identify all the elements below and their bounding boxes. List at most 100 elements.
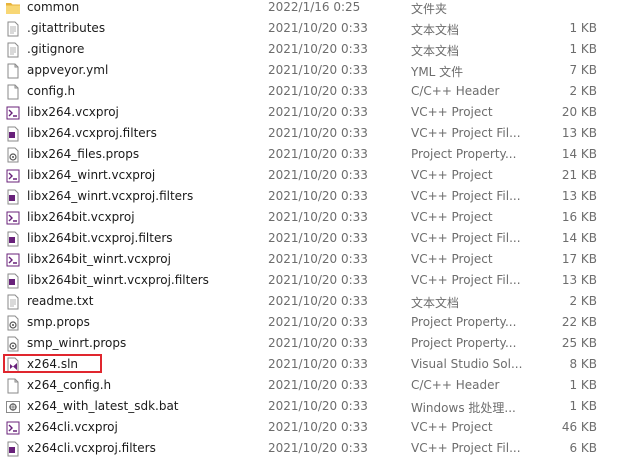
file-name: libx264.vcxproj bbox=[27, 105, 119, 119]
file-name: .gitignore bbox=[27, 42, 85, 56]
file-row[interactable]: x264cli.vcxproj.filters 2021/10/20 0:33 VC… bbox=[0, 438, 620, 459]
vcxproj-icon bbox=[5, 420, 21, 436]
file-size: 13 KB bbox=[561, 126, 597, 140]
file-size: 1 KB bbox=[569, 399, 597, 413]
file-row[interactable]: readme.txt 2021/10/20 0:33 文本文档 2 KB bbox=[0, 291, 620, 312]
file-type: 文件夹 bbox=[411, 2, 448, 16]
file-name: libx264_winrt.vcxproj.filters bbox=[27, 189, 194, 203]
file-size: 22 KB bbox=[561, 315, 597, 329]
file-size: 20 KB bbox=[561, 105, 597, 119]
file-type: VC++ Project bbox=[411, 105, 493, 119]
file-date: 2021/10/20 0:33 bbox=[268, 126, 368, 140]
file-row[interactable]: libx264_winrt.vcxproj.filters 2021/10/20 … bbox=[0, 186, 620, 207]
file-date: 2021/10/20 0:33 bbox=[268, 147, 368, 161]
file-type: VC++ Project bbox=[411, 252, 493, 266]
file-date: 2021/10/20 0:33 bbox=[268, 231, 368, 245]
file-row[interactable]: common 2022/1/16 0:25 文件夹 bbox=[0, 0, 620, 18]
file-row[interactable]: libx264bit_winrt.vcxproj 2021/10/20 0:33 V… bbox=[0, 249, 620, 270]
file-type: C/C++ Header bbox=[411, 378, 500, 392]
file-list: common 2022/1/16 0:25 文件夹 .gitattributes 202… bbox=[0, 0, 620, 459]
file-row[interactable]: libx264.vcxproj.filters 2021/10/20 0:33 VC… bbox=[0, 123, 620, 144]
file-size: 16 KB bbox=[561, 210, 597, 224]
file-date: 2021/10/20 0:33 bbox=[268, 294, 368, 308]
vcxproj-icon bbox=[5, 105, 21, 121]
file-row[interactable]: .gitignore 2021/10/20 0:33 文本文档 1 KB bbox=[0, 39, 620, 60]
file-name: appveyor.yml bbox=[27, 63, 109, 77]
file-date: 2021/10/20 0:33 bbox=[268, 63, 368, 77]
file-row[interactable]: x264_config.h 2021/10/20 0:33 C/C++ Header… bbox=[0, 375, 620, 396]
file-date: 2022/1/16 0:25 bbox=[268, 0, 361, 14]
solution-icon bbox=[5, 357, 21, 373]
folder-icon bbox=[5, 0, 21, 16]
file-row[interactable]: x264cli.vcxproj 2021/10/20 0:33 VC++ Proje… bbox=[0, 417, 620, 438]
file-name: x264.sln bbox=[27, 357, 79, 371]
file-row[interactable]: libx264_files.props 2021/10/20 0:33 Projec… bbox=[0, 144, 620, 165]
file-row[interactable]: config.h 2021/10/20 0:33 C/C++ Header 2 KB bbox=[0, 81, 620, 102]
file-name: libx264bit.vcxproj.filters bbox=[27, 231, 173, 245]
file-name: libx264bit_winrt.vcxproj bbox=[27, 252, 171, 266]
file-size: 6 KB bbox=[569, 441, 597, 455]
file-name: libx264_files.props bbox=[27, 147, 140, 161]
file-row[interactable]: libx264.vcxproj 2021/10/20 0:33 VC++ Proje… bbox=[0, 102, 620, 123]
props-icon bbox=[5, 336, 21, 352]
file-date: 2021/10/20 0:33 bbox=[268, 42, 368, 56]
file-date: 2021/10/20 0:33 bbox=[268, 315, 368, 329]
file-type: 文本文档 bbox=[411, 296, 460, 310]
file-type: VC++ Project Fil... bbox=[411, 441, 521, 455]
file-date: 2021/10/20 0:33 bbox=[268, 168, 368, 182]
file-name: x264_with_latest_sdk.bat bbox=[27, 399, 179, 413]
file-date: 2021/10/20 0:33 bbox=[268, 399, 368, 413]
filters-icon bbox=[5, 231, 21, 247]
file-row[interactable]: x264_with_latest_sdk.bat 2021/10/20 0:33 W… bbox=[0, 396, 620, 417]
header-file-icon bbox=[5, 378, 21, 394]
file-date: 2021/10/20 0:33 bbox=[268, 21, 368, 35]
file-size: 2 KB bbox=[569, 294, 597, 308]
vcxproj-icon bbox=[5, 210, 21, 226]
file-type: VC++ Project bbox=[411, 168, 493, 182]
file-type: VC++ Project Fil... bbox=[411, 273, 521, 287]
file-row[interactable]: appveyor.yml 2021/10/20 0:33 YML 文件 7 KB bbox=[0, 60, 620, 81]
file-type: Project Property... bbox=[411, 336, 517, 350]
file-name: libx264bit.vcxproj bbox=[27, 210, 135, 224]
file-row-highlighted[interactable]: x264.sln 2021/10/20 0:33 Visual Studio Sol… bbox=[0, 354, 620, 375]
file-date: 2021/10/20 0:33 bbox=[268, 84, 368, 98]
file-type: Windows 批处理... bbox=[411, 401, 516, 415]
file-row[interactable]: libx264bit.vcxproj 2021/10/20 0:33 VC++ Pr… bbox=[0, 207, 620, 228]
text-file-icon bbox=[5, 294, 21, 310]
file-size: 2 KB bbox=[569, 84, 597, 98]
vcxproj-icon bbox=[5, 252, 21, 268]
text-file-icon bbox=[5, 42, 21, 58]
file-date: 2021/10/20 0:33 bbox=[268, 273, 368, 287]
file-date: 2021/10/20 0:33 bbox=[268, 210, 368, 224]
file-name: readme.txt bbox=[27, 294, 94, 308]
file-name: common bbox=[27, 0, 80, 14]
file-date: 2021/10/20 0:33 bbox=[268, 189, 368, 203]
file-date: 2021/10/20 0:33 bbox=[268, 378, 368, 392]
file-size: 1 KB bbox=[569, 378, 597, 392]
file-name: smp.props bbox=[27, 315, 90, 329]
file-size: 8 KB bbox=[569, 357, 597, 371]
file-type: Project Property... bbox=[411, 315, 517, 329]
file-name: smp_winrt.props bbox=[27, 336, 127, 350]
file-size: 14 KB bbox=[561, 231, 597, 245]
file-type: 文本文档 bbox=[411, 23, 460, 37]
file-date: 2021/10/20 0:33 bbox=[268, 441, 368, 455]
file-row[interactable]: smp.props 2021/10/20 0:33 Project Property… bbox=[0, 312, 620, 333]
file-row[interactable]: .gitattributes 2021/10/20 0:33 文本文档 1 KB bbox=[0, 18, 620, 39]
file-type: 文本文档 bbox=[411, 44, 460, 58]
file-row[interactable]: libx264bit_winrt.vcxproj.filters 2021/10/… bbox=[0, 270, 620, 291]
file-size: 7 KB bbox=[569, 63, 597, 77]
filters-icon bbox=[5, 273, 21, 289]
file-date: 2021/10/20 0:33 bbox=[268, 252, 368, 266]
filters-icon bbox=[5, 441, 21, 457]
file-row[interactable]: libx264_winrt.vcxproj 2021/10/20 0:33 VC++… bbox=[0, 165, 620, 186]
file-size: 13 KB bbox=[561, 273, 597, 287]
filters-icon bbox=[5, 189, 21, 205]
file-date: 2021/10/20 0:33 bbox=[268, 420, 368, 434]
file-size: 21 KB bbox=[561, 168, 597, 182]
file-row[interactable]: smp_winrt.props 2021/10/20 0:33 Project Pr… bbox=[0, 333, 620, 354]
file-type: C/C++ Header bbox=[411, 84, 500, 98]
file-row[interactable]: libx264bit.vcxproj.filters 2021/10/20 0:3… bbox=[0, 228, 620, 249]
filters-icon bbox=[5, 126, 21, 142]
file-type: VC++ Project Fil... bbox=[411, 126, 521, 140]
